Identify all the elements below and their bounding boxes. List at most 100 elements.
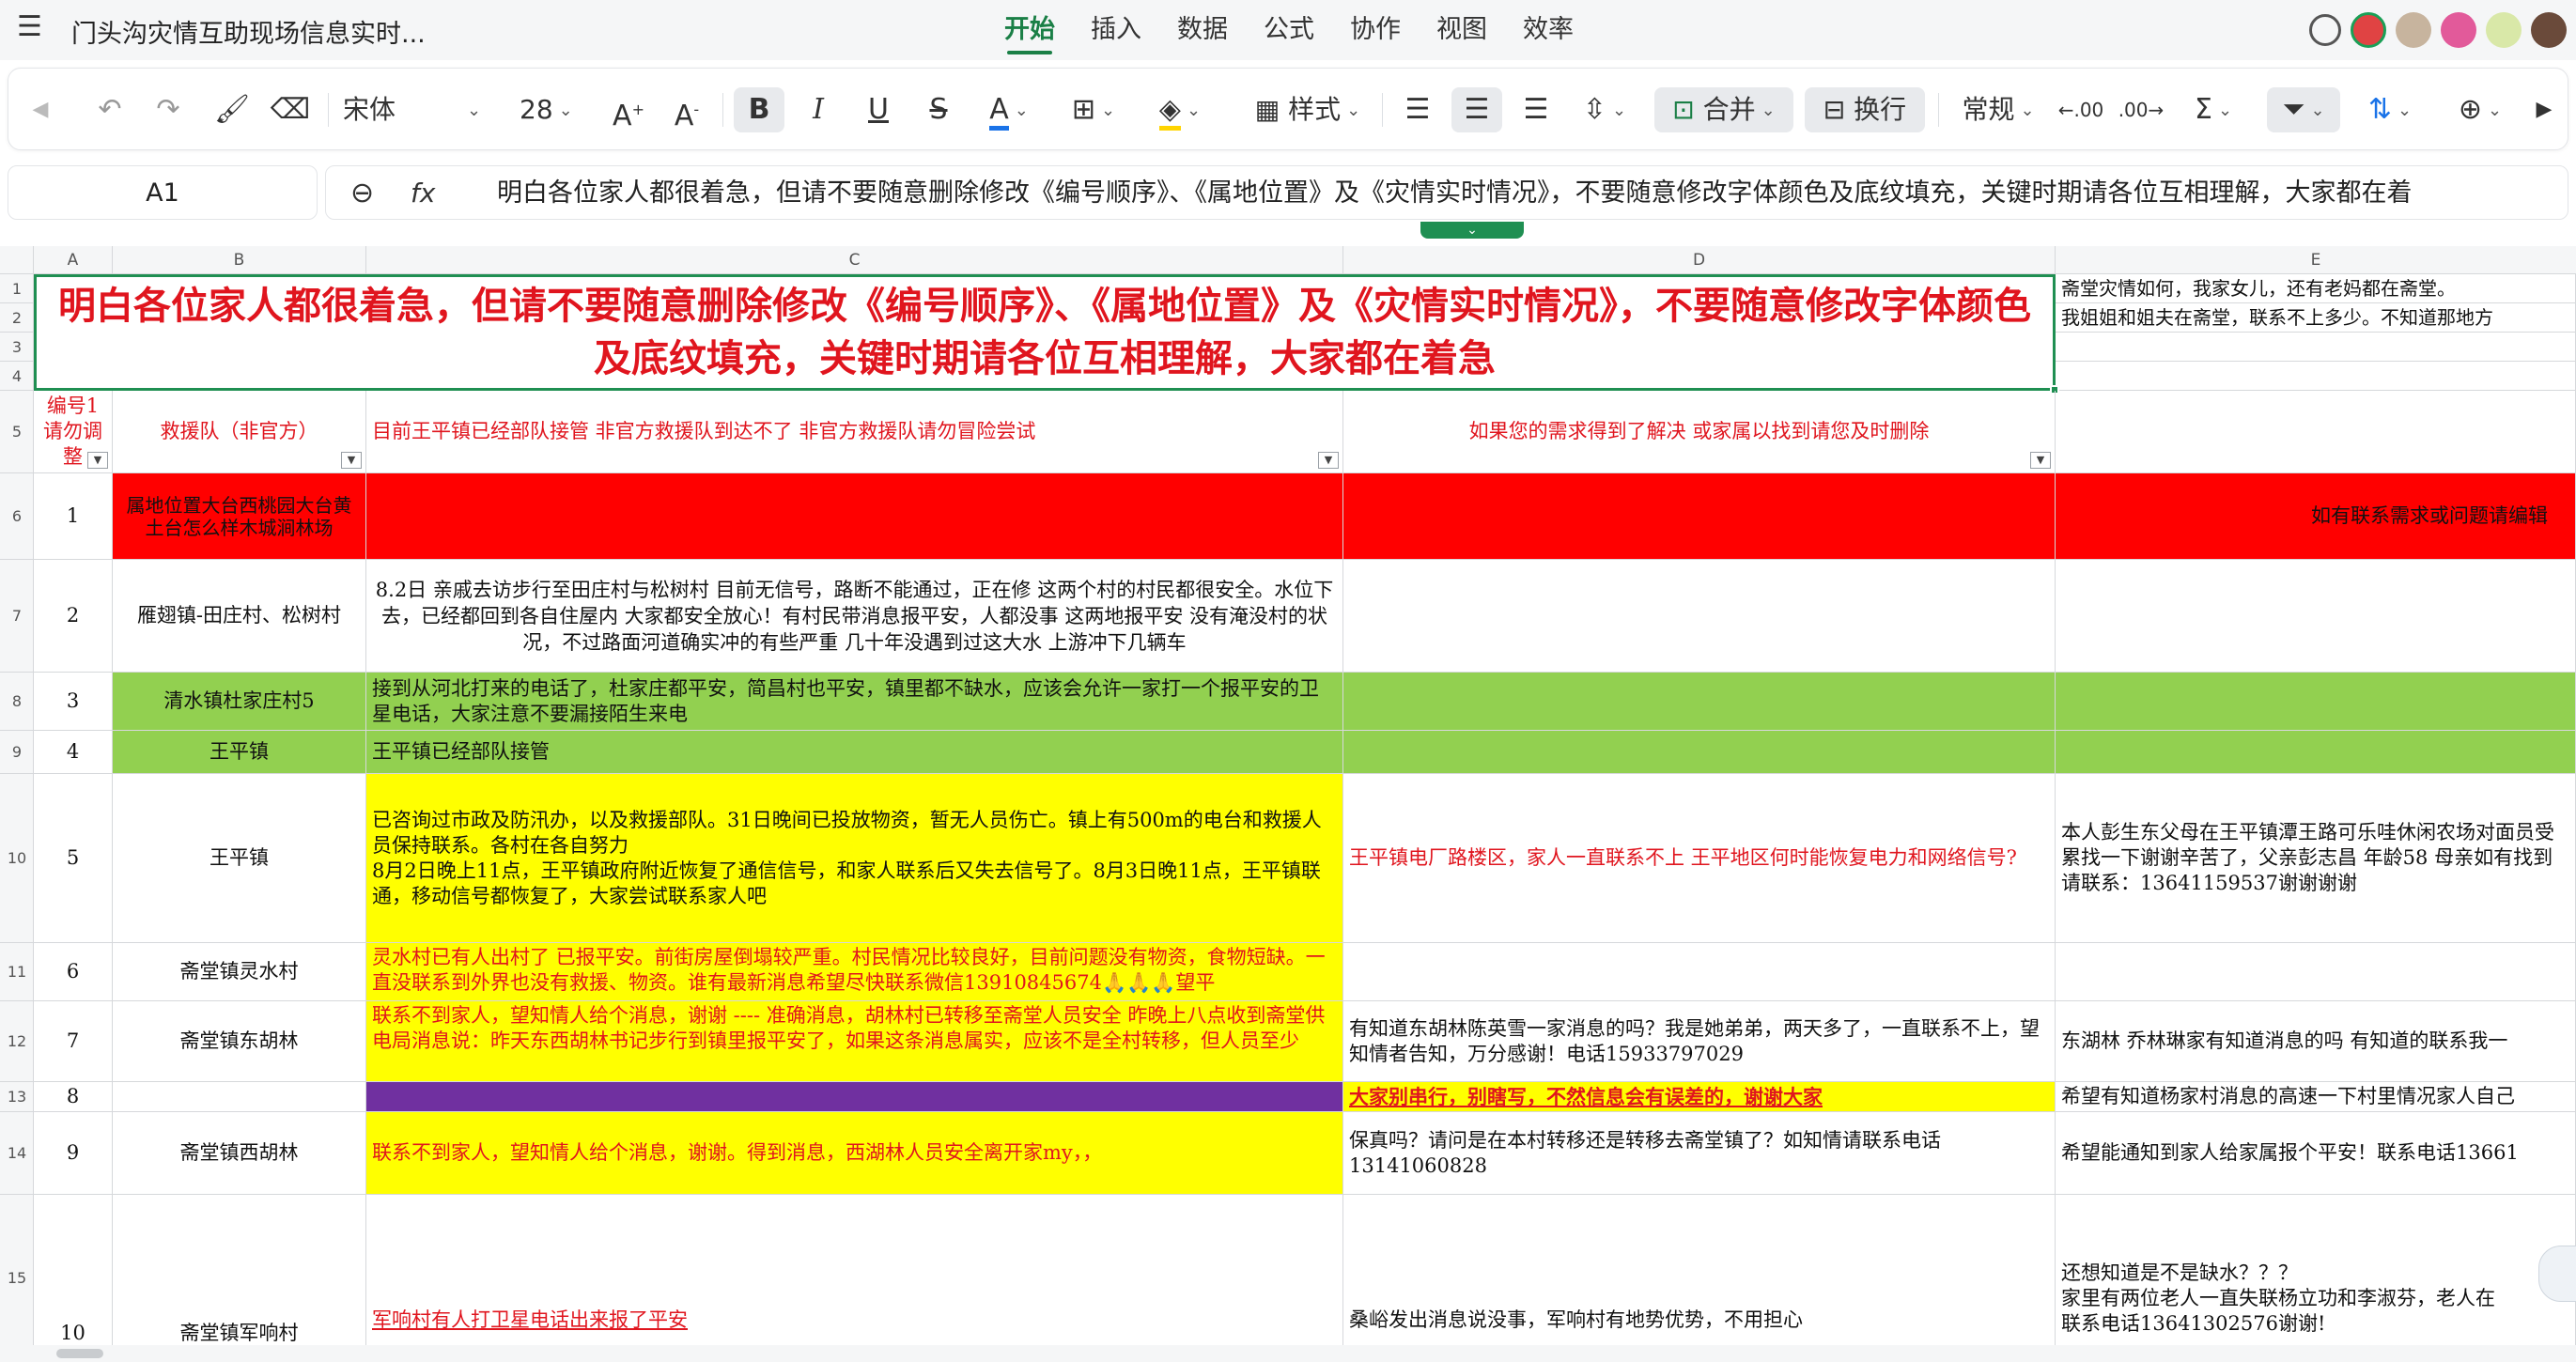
style-button[interactable]: ▦ 样式 ⌄ [1239, 87, 1376, 132]
cell-d12[interactable]: 有知道东胡林陈英雪一家消息的吗？我是她弟弟，两天多了，一直联系不上，望知情者告知… [1343, 1001, 2056, 1082]
cell-b12[interactable]: 斋堂镇东胡林 [113, 1001, 366, 1082]
cell-a12[interactable]: 7 [34, 1001, 113, 1082]
row-header[interactable]: 6 [0, 473, 34, 560]
insert-cells-button[interactable]: ⊕ ⌄ [2445, 87, 2515, 132]
cell-e11[interactable] [2056, 943, 2576, 1001]
cell-e2[interactable]: 我姐姐和姐夫在斋堂，联系不上多少。不知道那地方 [2056, 303, 2576, 333]
cell-c15[interactable]: 军响村有人打卫星电话出来报了平安 [366, 1195, 1343, 1362]
tab-collaborate[interactable]: 协作 [1332, 0, 1419, 60]
font-color-button[interactable]: A ⌄ [976, 87, 1042, 132]
row-header[interactable]: 5 [0, 391, 34, 473]
avatar[interactable] [2441, 12, 2476, 48]
filter-dropdown-icon[interactable]: ▼ [341, 452, 362, 469]
name-box[interactable]: A1 [8, 165, 318, 220]
formula-bar[interactable]: ⊖ fx 明白各位家人都很着急，但请不要随意删除修改《编号顺序》、《属地位置》及… [325, 165, 2568, 220]
cell-b8[interactable]: 清水镇杜家庄村5 [113, 673, 366, 731]
cell-a11[interactable]: 6 [34, 943, 113, 1001]
cell-b15[interactable]: 斋堂镇军响村 [113, 1195, 366, 1362]
cell-e14[interactable]: 希望能通知到家人给家属报个平安！联系电话13661 [2056, 1112, 2576, 1195]
align-left-icon[interactable]: ☰ [1395, 87, 1440, 132]
cell-d15[interactable]: 桑峪发出消息说没事，军响村有地势优势，不用担心 [1343, 1195, 2056, 1362]
select-all-corner[interactable] [0, 246, 34, 274]
header-cell-e[interactable] [2056, 391, 2576, 473]
cell-e8[interactable] [2056, 673, 2576, 731]
increase-decimal-icon[interactable]: .00→ [2117, 87, 2165, 132]
cell-e4[interactable] [2056, 362, 2576, 391]
cell-e15[interactable]: 还想知道是不是缺水？？？ 家里有两位老人一直失联杨立功和李淑芬，老人在 联系电话… [2056, 1195, 2576, 1362]
cell-d9[interactable] [1343, 731, 2056, 774]
cell-a10[interactable]: 5 [34, 774, 113, 943]
zoom-out-icon[interactable]: ⊖ [350, 178, 374, 209]
scroll-left-icon[interactable]: ◀ [23, 87, 57, 132]
cell-b11[interactable]: 斋堂镇灵水村 [113, 943, 366, 1001]
filter-dropdown-icon[interactable]: ▼ [1318, 452, 1339, 469]
italic-button[interactable]: I [796, 87, 841, 132]
cloud-saved-icon[interactable] [2309, 14, 2341, 46]
cell-d7[interactable] [1343, 560, 2056, 673]
row-header[interactable]: 8 [0, 673, 34, 731]
row-header[interactable]: 4 [0, 362, 34, 391]
cell-a15[interactable]: 10 [34, 1195, 113, 1362]
cell-a6[interactable]: 1 [34, 473, 113, 560]
cell-d6[interactable] [1343, 473, 2056, 560]
cell-b13[interactable] [113, 1082, 366, 1112]
header-cell-b[interactable]: 救援队（非官方） ▼ [113, 391, 366, 473]
align-center-icon[interactable]: ☰ [1451, 87, 1502, 132]
formula-input[interactable]: 明白各位家人都很着急，但请不要随意删除修改《编号顺序》、《属地位置》及《灾情实时… [497, 166, 2413, 219]
cell-e13[interactable]: 希望有知道杨家村消息的高速一下村里情况家人自己 [2056, 1082, 2576, 1112]
increase-font-icon[interactable]: A+ [606, 87, 651, 132]
cell-d13[interactable]: 大家别串行，别瞎写，不然信息会有误差的，谢谢大家 [1343, 1082, 2056, 1112]
notice-banner-cell[interactable]: 明白各位家人都很着急，但请不要随意删除修改《编号顺序》、《属地位置》及《灾情实时… [34, 274, 2056, 391]
border-button[interactable]: ⊞ ⌄ [1061, 87, 1126, 132]
row-header[interactable]: 11 [0, 943, 34, 1001]
header-cell-a[interactable]: 编号1请勿调整 ▼ [34, 391, 113, 473]
cell-c11[interactable]: 灵水村已有人出村了 已报平安。前街房屋倒塌较严重。村民情况比较良好，目前问题没有… [366, 943, 1343, 1001]
cell-d10[interactable]: 王平镇电厂路楼区，家人一直联系不上 王平地区何时能恢复电力和网络信号? [1343, 774, 2056, 943]
clear-format-icon[interactable]: ⌫ [268, 87, 313, 132]
filter-button[interactable]: ⏷ ⌄ [2267, 87, 2340, 132]
tab-home[interactable]: 开始 [986, 0, 1073, 60]
underline-button[interactable]: U [856, 87, 901, 132]
cell-a9[interactable]: 4 [34, 731, 113, 774]
row-header[interactable]: 14 [0, 1112, 34, 1195]
cell-a7[interactable]: 2 [34, 560, 113, 673]
column-header-c[interactable]: C [366, 246, 1343, 274]
row-header[interactable]: 15 [0, 1195, 34, 1362]
horizontal-scrollbar[interactable] [56, 1349, 103, 1358]
row-header[interactable]: 3 [0, 333, 34, 362]
font-size-select[interactable]: 28 ⌄ [520, 87, 595, 132]
tab-efficiency[interactable]: 效率 [1505, 0, 1591, 60]
header-cell-c[interactable]: 目前王平镇已经部队接管 非官方救援队到达不了 非官方救援队请勿冒险尝试 ▼ [366, 391, 1343, 473]
function-icon[interactable]: fx [411, 178, 435, 209]
cell-c6[interactable] [366, 473, 1343, 560]
cell-b9[interactable]: 王平镇 [113, 731, 366, 774]
filter-dropdown-icon[interactable]: ▼ [2030, 452, 2051, 469]
cell-c12[interactable]: 联系不到家人，望知情人给个消息，谢谢 ---- 准确消息，胡林村已转移至斋堂人员… [366, 1001, 1343, 1082]
cell-c9[interactable]: 王平镇已经部队接管 [366, 731, 1343, 774]
undo-icon[interactable]: ↶ [87, 87, 132, 132]
row-header[interactable]: 12 [0, 1001, 34, 1082]
column-header-b[interactable]: B [113, 246, 366, 274]
sum-button[interactable]: Σ ⌄ [2179, 87, 2248, 132]
cell-d8[interactable] [1343, 673, 2056, 731]
tab-formula[interactable]: 公式 [1246, 0, 1332, 60]
wrap-text-button[interactable]: ⊟ 换行 [1805, 87, 1925, 132]
avatar[interactable] [2531, 12, 2567, 48]
decrease-font-icon[interactable]: A- [664, 87, 709, 132]
align-right-icon[interactable]: ☰ [1513, 87, 1559, 132]
tab-view[interactable]: 视图 [1419, 0, 1505, 60]
row-header[interactable]: 10 [0, 774, 34, 943]
avatar[interactable] [2396, 12, 2431, 48]
tab-data[interactable]: 数据 [1159, 0, 1246, 60]
cell-c13[interactable] [366, 1082, 1343, 1112]
cell-c7[interactable]: 8.2日 亲戚去访步行至田庄村与松树村 目前无信号，路断不能通过，正在修 这两个… [366, 560, 1343, 673]
cell-e10[interactable]: 本人彭生东父母在王平镇潭王路可乐哇休闲农场对面员受累找一下谢谢辛苦了，父亲彭志昌… [2056, 774, 2576, 943]
row-header[interactable]: 9 [0, 731, 34, 774]
cell-e1[interactable]: 斋堂灾情如何，我家女儿，还有老妈都在斋堂。 [2056, 274, 2576, 303]
assistant-icon[interactable] [2538, 1246, 2576, 1302]
cell-b14[interactable]: 斋堂镇西胡林 [113, 1112, 366, 1195]
cell-a8[interactable]: 3 [34, 673, 113, 731]
row-header[interactable]: 2 [0, 303, 34, 333]
avatar[interactable] [2351, 12, 2386, 48]
cell-b10[interactable]: 王平镇 [113, 774, 366, 943]
